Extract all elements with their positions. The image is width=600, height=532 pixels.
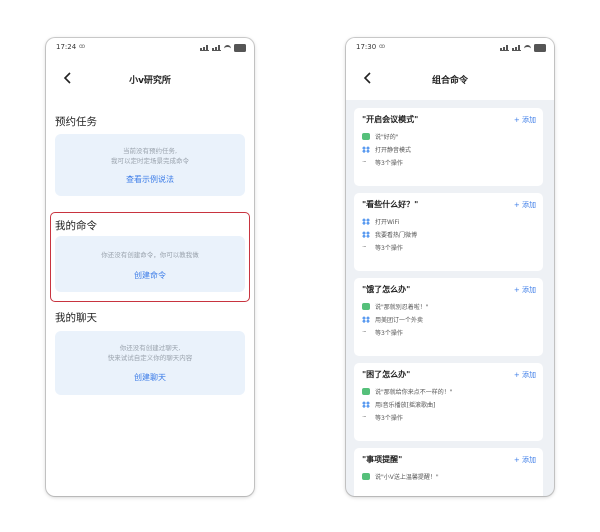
- command-step: 说"好的": [362, 132, 399, 141]
- wifi-icon: [224, 44, 231, 52]
- command-step-text: 说"那就给你来点不一样的！": [375, 389, 453, 396]
- status-icons: [200, 44, 246, 52]
- signal-icon: [212, 45, 221, 51]
- command-title: "开启会议模式": [362, 115, 419, 124]
- add-button[interactable]: + 添加: [514, 455, 536, 465]
- section-title-scheduled: 预约任务: [55, 116, 97, 128]
- section-title-chat: 我的聊天: [55, 312, 97, 324]
- grid-icon: [362, 231, 370, 238]
- nav-bar: 组合命令: [346, 66, 554, 92]
- command-card[interactable]: "开启会议模式" + 添加说"好的" 打开静音模式 ··· 等3个操作: [354, 108, 543, 186]
- more-icon: ···: [362, 413, 367, 421]
- command-step: ··· 等3个操作: [362, 328, 403, 338]
- command-step: ··· 等3个操作: [362, 413, 403, 423]
- command-step-text: 等3个操作: [375, 415, 403, 422]
- status-time: 17:24: [56, 43, 77, 51]
- more-icon: ···: [362, 243, 367, 251]
- status-bar: 17:24 ꝏ: [46, 38, 254, 56]
- command-card[interactable]: "困了怎么办" + 添加说"那就给你来点不一样的！" 用i音乐播放[摇滚歌曲] ···…: [354, 363, 543, 441]
- create-command-link[interactable]: 创建命令: [55, 270, 245, 281]
- status-time: 17:30: [356, 43, 377, 51]
- command-step: 打开静音模式: [362, 145, 411, 154]
- command-step: 说"那就给你来点不一样的！": [362, 387, 453, 396]
- command-step-text: 打开静音模式: [375, 147, 412, 154]
- page-title: 小v研究所: [129, 76, 171, 86]
- grid-icon: [362, 146, 370, 153]
- command-title: "饿了怎么办": [362, 285, 411, 294]
- command-step-text: 说"小V送上温馨提醒！": [375, 474, 439, 481]
- nav-bar: 小v研究所: [46, 66, 254, 92]
- command-card[interactable]: "看些什么好？" + 添加打开WiFi 我要看热门微博 ··· 等3个操作: [354, 193, 543, 271]
- chat-desc-2: 快来试试自定义你的聊天内容: [107, 354, 193, 362]
- chat-desc-1: 你还没有创建过聊天,: [119, 344, 181, 352]
- command-card[interactable]: "事项提醒" + 添加说"小V送上温馨提醒！": [354, 448, 543, 496]
- command-step: 打开WiFi: [362, 217, 399, 226]
- command-step-text: 等3个操作: [375, 245, 403, 252]
- command-title: "困了怎么办": [362, 370, 411, 379]
- status-bar: 17:30 ꝏ: [346, 38, 554, 56]
- command-step-text: 打开WiFi: [375, 219, 400, 226]
- page-title: 组合命令: [431, 76, 468, 86]
- commands-desc: 你还没有创建命令，你可以教我做: [101, 251, 199, 259]
- battery-icon: [534, 44, 546, 52]
- add-button[interactable]: + 添加: [514, 200, 536, 210]
- view-examples-link[interactable]: 查看示例说法: [55, 174, 245, 185]
- command-step: ··· 等3个操作: [362, 158, 403, 168]
- command-step-text: 用美团订一个外卖: [375, 317, 424, 324]
- section-title-commands: 我的命令: [55, 220, 97, 232]
- more-icon: ···: [362, 328, 367, 336]
- chat-icon: [362, 388, 370, 395]
- status-icons: [500, 44, 546, 52]
- scheduled-desc-2: 我可以定时定场景完成命令: [111, 157, 189, 165]
- commands-card: 你还没有创建命令，你可以教我做 创建命令: [55, 236, 245, 292]
- command-card[interactable]: "饿了怎么办" + 添加说"那就别忍着啦！" 用美团订一个外卖 ··· 等3个操作: [354, 278, 543, 356]
- command-title: "看些什么好？": [362, 200, 419, 209]
- scheduled-card: 当前没有预约任务, 我可以定时定场景完成命令 查看示例说法: [55, 134, 245, 196]
- add-button[interactable]: + 添加: [514, 115, 536, 125]
- more-icon: ···: [362, 158, 367, 166]
- command-title: "事项提醒": [362, 455, 403, 464]
- command-step: 用美团订一个外卖: [362, 315, 423, 324]
- grid-icon: [362, 401, 370, 408]
- scheduled-desc-1: 当前没有预约任务,: [122, 147, 178, 155]
- command-step-text: 说"那就别忍着啦！": [375, 304, 429, 311]
- command-step-text: 说"好的": [375, 134, 399, 141]
- command-step-text: 等3个操作: [375, 160, 403, 167]
- command-step: 说"那就别忍着啦！": [362, 302, 429, 311]
- chat-icon: [362, 133, 370, 140]
- chat-icon: [362, 473, 370, 480]
- chat-icon: [362, 303, 370, 310]
- phone-screen-left: 17:24 ꝏ 小v研究所 预约任务 当前没有预约任务, 我可以定时定场景完成命…: [46, 38, 254, 496]
- battery-icon: [234, 44, 246, 52]
- grid-icon: [362, 316, 370, 323]
- create-chat-link[interactable]: 创建聊天: [55, 372, 245, 383]
- add-button[interactable]: + 添加: [514, 285, 536, 295]
- command-step: 说"小V送上温馨提醒！": [362, 472, 439, 481]
- wifi-icon: [524, 44, 531, 52]
- command-step-text: 我要看热门微博: [375, 232, 418, 239]
- command-step: 我要看热门微博: [362, 230, 417, 239]
- phone-screen-right: 17:30 ꝏ 组合命令 "开启会议模式" + 添加 说"好的" 打开静音模式 ··· 等…: [346, 38, 554, 496]
- add-button[interactable]: + 添加: [514, 370, 536, 380]
- command-step: 用i音乐播放[摇滚歌曲]: [362, 400, 435, 409]
- notification-icon: ꝏ: [79, 43, 86, 50]
- command-step: ··· 等3个操作: [362, 243, 403, 253]
- signal-icon: [512, 45, 521, 51]
- command-step-text: 用i音乐播放[摇滚歌曲]: [375, 402, 436, 409]
- grid-icon: [362, 218, 370, 225]
- chat-card: 你还没有创建过聊天, 快来试试自定义你的聊天内容 创建聊天: [55, 331, 245, 395]
- notification-icon: ꝏ: [379, 43, 386, 50]
- signal-icon: [200, 45, 209, 51]
- signal-icon: [500, 45, 509, 51]
- command-step-text: 等3个操作: [375, 330, 403, 337]
